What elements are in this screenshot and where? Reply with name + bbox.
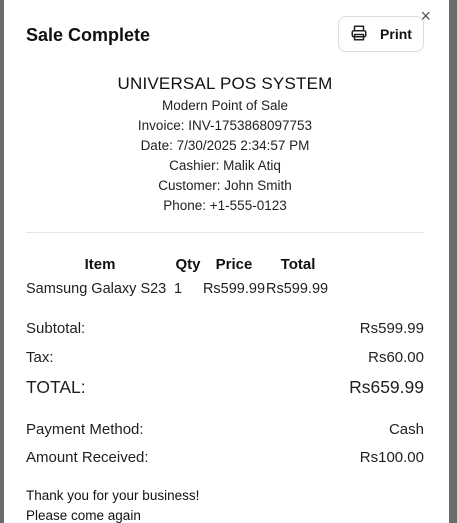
payment-method-value: Cash [388, 421, 424, 438]
payment-method-label: Payment Method: [26, 421, 144, 438]
come-again-message: Please come again [26, 508, 141, 523]
tax-label: Tax: [26, 349, 54, 366]
cashier-name: Cashier: Malik Atiq [169, 158, 281, 173]
column-header-item: Item [84, 255, 116, 273]
amount-received-label: Amount Received: [26, 449, 149, 466]
column-header-total: Total [280, 255, 316, 273]
column-header-price: Price [215, 255, 253, 273]
receipt-divider [26, 232, 424, 233]
store-name: UNIVERSAL POS SYSTEM [117, 74, 333, 93]
customer-name: Customer: John Smith [158, 178, 292, 193]
total-row: TOTAL: Rs659.99 [26, 377, 424, 398]
store-tagline: Modern Point of Sale [161, 98, 289, 113]
items-table-header: Item Qty Price Total [26, 253, 330, 275]
amount-received-row: Amount Received: Rs100.00 [26, 449, 424, 466]
thank-you-message: Thank you for your business! [26, 488, 200, 503]
subtotal-value: Rs599.99 [359, 320, 424, 337]
dialog-title: Sale Complete [26, 25, 151, 45]
table-row: Samsung Galaxy S23 1 Rs599.99 Rs599.99 [26, 275, 330, 303]
total-value: Rs659.99 [349, 377, 424, 397]
receipt-header: UNIVERSAL POS SYSTEM Modern Point of Sal… [26, 72, 424, 216]
item-total: Rs599.99 [266, 281, 329, 297]
printer-icon [350, 24, 368, 45]
sale-complete-dialog: × Sale Complete Print UNIVERSAL POS SYST… [4, 0, 449, 523]
item-name: Samsung Galaxy S23 [26, 281, 167, 297]
item-price: Rs599.99 [202, 281, 266, 297]
customer-phone: Phone: +1-555-0123 [163, 198, 287, 213]
item-qty: 1 [174, 281, 183, 297]
sale-date: Date: 7/30/2025 2:34:57 PM [140, 138, 310, 153]
total-label: TOTAL: [26, 377, 86, 397]
column-header-qty: Qty [175, 255, 201, 273]
payment-method-row: Payment Method: Cash [26, 421, 424, 438]
subtotal-row: Subtotal: Rs599.99 [26, 320, 424, 337]
tax-value: Rs60.00 [368, 349, 424, 366]
invoice-number: Invoice: INV-1753868097753 [137, 118, 313, 133]
items-table: Item Qty Price Total Samsung Galaxy S23 … [26, 253, 330, 303]
print-button[interactable]: Print [338, 16, 424, 52]
subtotal-label: Subtotal: [26, 320, 86, 337]
print-label: Print [380, 26, 412, 42]
tax-row: Tax: Rs60.00 [26, 349, 424, 366]
amount-received-value: Rs100.00 [359, 449, 424, 466]
